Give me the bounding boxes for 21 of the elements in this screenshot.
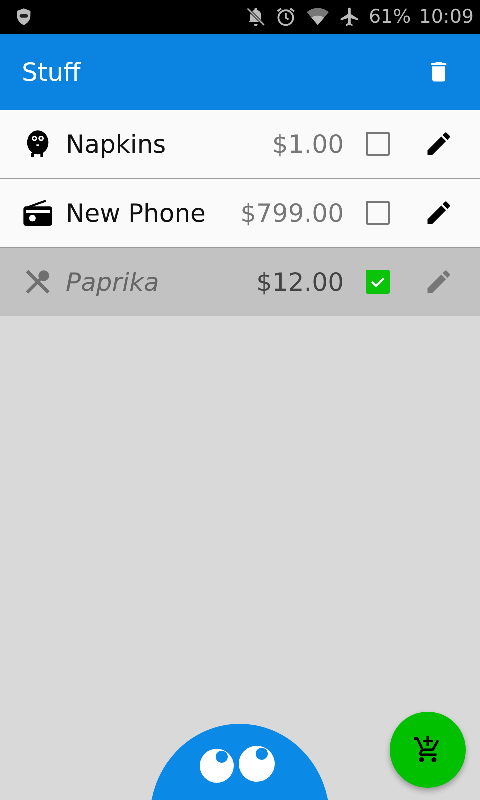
battery-level: 61% (369, 6, 412, 28)
wifi-icon (305, 6, 331, 28)
item-name: New Phone (66, 198, 207, 228)
list-item[interactable]: New Phone $799.00 (0, 179, 480, 248)
bell-off-icon (245, 6, 267, 28)
checkbox[interactable] (366, 132, 390, 156)
list-item[interactable]: Napkins $1.00 (0, 110, 480, 179)
item-price: $12.00 (256, 268, 344, 296)
add-to-cart-button[interactable] (390, 712, 466, 788)
item-price: $1.00 (272, 130, 344, 158)
checkbox[interactable] (366, 201, 390, 225)
app-title: Stuff (22, 58, 81, 86)
clock-time: 10:09 (419, 6, 474, 28)
item-name: Paprika (66, 268, 160, 296)
item-price: $799.00 (240, 198, 344, 228)
airplane-icon (339, 6, 361, 28)
checkbox[interactable] (366, 270, 390, 294)
radio-icon (22, 197, 54, 229)
alarm-clock-icon (275, 6, 297, 28)
item-name: Napkins (66, 130, 168, 158)
list-item[interactable]: Paprika $12.00 (0, 248, 480, 316)
